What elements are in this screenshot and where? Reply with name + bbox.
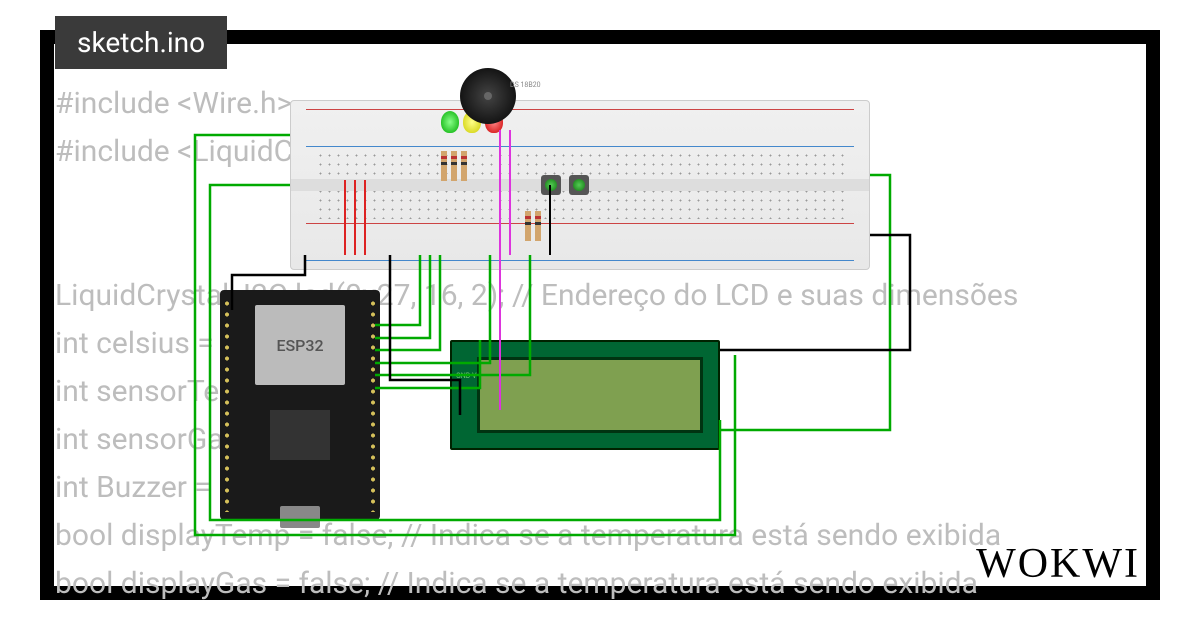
circuit-canvas[interactable]: DS 18B20 ESP32 GND VCC SDA SCL [190,80,960,540]
wokwi-logo: WOKWI [976,540,1140,588]
wires-layer [190,80,960,540]
brand-text: WOKWI [976,541,1140,587]
file-tab[interactable]: sketch.ino [55,16,227,69]
file-tab-label: sketch.ino [77,26,205,59]
